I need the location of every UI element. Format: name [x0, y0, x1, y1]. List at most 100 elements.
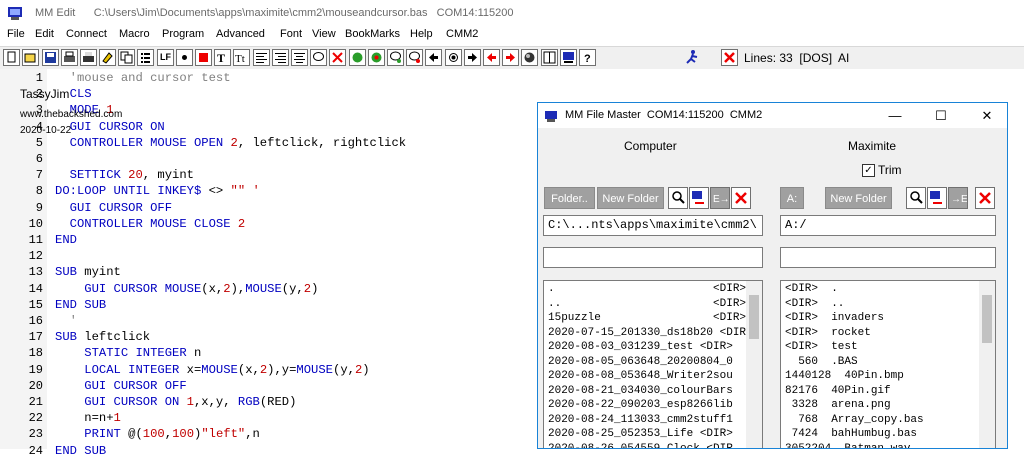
maximite-file-row[interactable]: <DIR> rocket — [785, 327, 871, 339]
code-line[interactable]: n=n+1 — [55, 411, 121, 425]
code-line[interactable]: LOCAL INTEGER x=MOUSE(x,2),y=MOUSE(y,2) — [55, 363, 369, 377]
menu-advanced[interactable]: Advanced — [216, 28, 265, 40]
align-center-icon[interactable] — [291, 49, 308, 66]
drive-button[interactable]: A: — [780, 187, 804, 209]
computer-file-row[interactable]: 2020-08-26_054559_Clock <DIR — [548, 443, 733, 449]
monitor-icon[interactable] — [560, 49, 577, 66]
chat-alt-icon[interactable] — [406, 49, 423, 66]
list-icon[interactable] — [137, 49, 154, 66]
menu-file[interactable]: File — [7, 28, 25, 40]
code-line[interactable]: END SUB — [55, 444, 106, 458]
delete-left-icon[interactable] — [731, 187, 751, 209]
edit-right-icon[interactable]: →E — [948, 187, 968, 209]
code-line[interactable]: GUI CURSOR ON 1,x,y, RGB(RED) — [55, 395, 296, 409]
bug-run-icon[interactable] — [368, 49, 385, 66]
left-path-field[interactable]: C:\...nts\apps\maximite\cmm2\ — [543, 215, 763, 236]
computer-file-row[interactable]: 15puzzle <DIR> — [548, 312, 746, 324]
maximite-file-row[interactable]: 768 Array_copy.bas — [785, 414, 923, 426]
text-size-icon[interactable]: Tt — [233, 49, 250, 66]
window-close-icon[interactable]: ✕ — [967, 103, 1007, 128]
close-icon[interactable] — [721, 49, 738, 66]
find-right-icon[interactable] — [906, 187, 926, 209]
computer-file-row[interactable]: 2020-08-21_034030_colourBars — [548, 385, 733, 397]
menu-macro[interactable]: Macro — [119, 28, 150, 40]
right-scrollbar[interactable] — [979, 281, 995, 448]
menu-help[interactable]: Help — [410, 28, 433, 40]
code-line[interactable]: GUI CURSOR MOUSE(x,2),MOUSE(y,2) — [55, 282, 318, 296]
comment-icon[interactable] — [310, 49, 327, 66]
chat-icon[interactable] — [387, 49, 404, 66]
computer-file-list[interactable]: . <DIR> .. <DIR> 15puzzle <DIR> 2020-07-15_… — [543, 280, 763, 449]
new-folder-left-button[interactable]: New Folder — [597, 187, 664, 209]
maximite-file-row[interactable]: <DIR> . — [785, 283, 838, 295]
print-preview-icon[interactable] — [61, 49, 78, 66]
globe-icon[interactable] — [521, 49, 538, 66]
right-filter-field[interactable] — [780, 247, 996, 268]
code-line[interactable]: PRINT @(100,100)"left",n — [55, 427, 260, 441]
maximite-file-row[interactable]: <DIR> invaders — [785, 312, 884, 324]
open-icon[interactable] — [22, 49, 39, 66]
align-left-icon[interactable] — [253, 49, 270, 66]
arrow-left-red-icon[interactable] — [483, 49, 500, 66]
code-line[interactable]: SUB myint — [55, 265, 121, 279]
new-folder-right-button[interactable]: New Folder — [825, 187, 892, 209]
menu-font[interactable]: Font — [280, 28, 302, 40]
lf-icon[interactable]: LF — [157, 49, 174, 66]
computer-file-row[interactable]: 2020-08-05_063648_20200804_0 — [548, 356, 733, 368]
edit-left-icon[interactable]: E→ — [710, 187, 730, 209]
computer-file-row[interactable]: 2020-08-03_031239_test <DIR> — [548, 341, 733, 353]
record-icon[interactable] — [445, 49, 462, 66]
code-line[interactable]: 'mouse and cursor test — [55, 71, 231, 85]
download-to-pc-icon[interactable] — [927, 187, 947, 209]
find-left-icon[interactable] — [668, 187, 688, 209]
trim-checkbox[interactable]: ✓ — [862, 164, 875, 177]
code-line[interactable]: DO:LOOP UNTIL INKEY$ <> "" ' — [55, 184, 260, 198]
help-icon[interactable]: ? — [579, 49, 596, 66]
arrow-left-icon[interactable] — [425, 49, 442, 66]
maximite-file-row[interactable]: 7424 bahHumbug.bas — [785, 428, 917, 440]
maximite-file-row[interactable]: <DIR> .. — [785, 298, 844, 310]
maximite-file-row[interactable]: 3052204 Batman.wav — [785, 443, 910, 449]
code-line[interactable]: END — [55, 233, 77, 247]
menu-edit[interactable]: Edit — [35, 28, 54, 40]
maximite-file-list[interactable]: <DIR> . <DIR> .. <DIR> invaders <DIR> rocke… — [780, 280, 996, 449]
save-icon[interactable] — [42, 49, 59, 66]
folder-button[interactable]: Folder.. — [544, 187, 595, 209]
code-line[interactable]: GUI CURSOR OFF — [55, 379, 186, 393]
right-scroll-thumb[interactable] — [982, 295, 992, 343]
code-line[interactable]: END SUB — [55, 298, 106, 312]
code-line[interactable]: SUB leftclick — [55, 330, 150, 344]
bug-icon[interactable] — [349, 49, 366, 66]
left-scroll-thumb[interactable] — [749, 295, 759, 339]
menu-cmm2[interactable]: CMM2 — [446, 28, 478, 40]
code-line[interactable]: ' — [55, 314, 77, 328]
copy-icon[interactable] — [118, 49, 135, 66]
menu-connect[interactable]: Connect — [66, 28, 107, 40]
code-line[interactable]: GUI CURSOR ON — [55, 120, 165, 134]
columns-icon[interactable] — [541, 49, 558, 66]
dot-icon[interactable] — [176, 49, 193, 66]
computer-file-row[interactable]: 2020-08-25_052353_Life <DIR> — [548, 428, 733, 440]
print-icon[interactable] — [80, 49, 97, 66]
computer-file-row[interactable]: 2020-08-22_090203_esp8266lib — [548, 399, 733, 411]
arrow-right-icon[interactable] — [464, 49, 481, 66]
code-line[interactable]: STATIC INTEGER n — [55, 346, 201, 360]
delete-right-icon[interactable] — [975, 187, 995, 209]
menu-bookmarks[interactable]: BookMarks — [345, 28, 400, 40]
upload-to-maximite-icon[interactable] — [689, 187, 709, 209]
new-icon[interactable] — [3, 49, 20, 66]
computer-file-row[interactable]: 2020-08-08_053648_Writer2sou — [548, 370, 733, 382]
font-icon[interactable]: T — [214, 49, 231, 66]
maximite-file-row[interactable]: 1440128 40Pin.bmp — [785, 370, 904, 382]
maximite-file-row[interactable]: <DIR> test — [785, 341, 858, 353]
code-line[interactable]: SETTICK 20, myint — [55, 168, 194, 182]
maximite-file-row[interactable]: 560 .BAS — [785, 356, 857, 368]
code-line[interactable]: CONTROLLER MOUSE CLOSE 2 — [55, 217, 246, 231]
code-line[interactable]: GUI CURSOR OFF — [55, 201, 172, 215]
menu-program[interactable]: Program — [162, 28, 204, 40]
menu-view[interactable]: View — [312, 28, 336, 40]
cancel-icon[interactable] — [329, 49, 346, 66]
left-filter-field[interactable] — [543, 247, 763, 268]
computer-file-row[interactable]: . <DIR> — [548, 283, 746, 295]
left-scrollbar[interactable] — [746, 281, 762, 448]
